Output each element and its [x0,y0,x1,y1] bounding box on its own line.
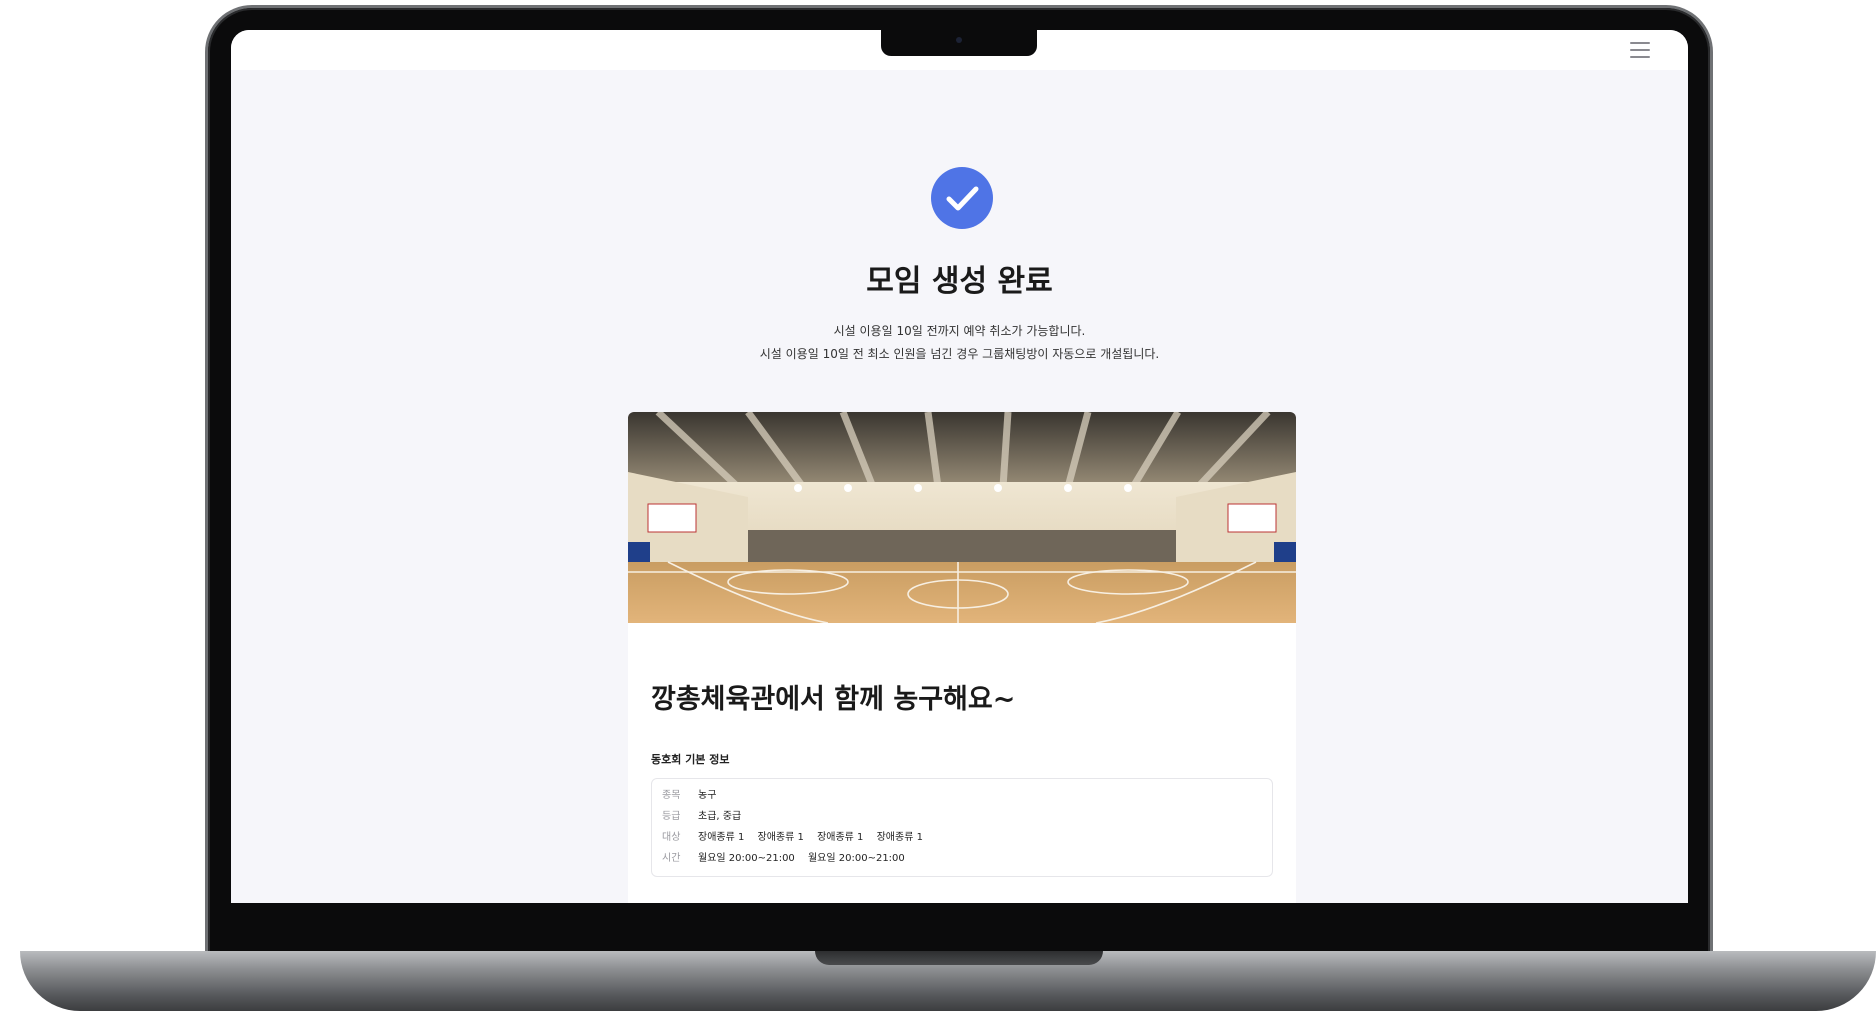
target-chip: 장애종류 1 [876,832,923,843]
camera-icon [956,37,962,43]
info-label: 시간 [662,853,681,864]
target-chip: 장애종류 1 [817,832,864,843]
info-label: 종목 [662,790,681,801]
camera-notch [881,30,1037,56]
club-info-box: 종목 농구 등급 초급, 중급 대상 장애종류 1 장애종류 1 장애종류 1 … [651,778,1273,877]
page-title: 모임 생성 완료 [866,264,1053,299]
laptop-base-notch [815,951,1103,965]
check-circle-icon [931,167,993,229]
info-label: 등급 [662,811,681,822]
info-value: 농구 [698,790,717,801]
info-row-time: 시간 월요일 20:00~21:00 월요일 20:00~21:00 [662,852,915,866]
section-title: 동호회 기본 정보 [651,753,730,766]
info-row-level: 등급 초급, 중급 [662,810,741,824]
target-chip: 장애종류 1 [757,832,804,843]
target-chip: 장애종류 1 [698,832,745,843]
info-value: 초급, 중급 [698,811,742,822]
chatroom-notice: 시설 이용일 10일 전 최소 인원을 넘긴 경우 그룹채팅방이 자동으로 개설… [759,347,1160,361]
screen: 모임 생성 완료 시설 이용일 10일 전까지 예약 취소가 가능합니다. 시설… [231,30,1688,903]
time-chip: 월요일 20:00~21:00 [807,853,905,864]
info-label: 대상 [662,832,681,843]
time-chip: 월요일 20:00~21:00 [698,853,795,864]
gym-photo [628,412,1296,623]
cancel-notice: 시설 이용일 10일 전까지 예약 취소가 가능합니다. [833,324,1086,338]
hamburger-menu-icon[interactable] [1630,42,1650,58]
info-value: 장애종류 1 장애종류 1 장애종류 1 장애종류 1 [698,831,933,845]
info-value: 월요일 20:00~21:00 월요일 20:00~21:00 [698,852,915,866]
info-row-target: 대상 장애종류 1 장애종류 1 장애종류 1 장애종류 1 [662,831,933,845]
info-row-sport: 종목 농구 [662,789,716,803]
meeting-card: 깡총체육관에서 함께 농구해요~ 동호회 기본 정보 종목 농구 등급 초급, … [628,412,1296,903]
meeting-title: 깡총체육관에서 함께 농구해요~ [651,684,1016,715]
